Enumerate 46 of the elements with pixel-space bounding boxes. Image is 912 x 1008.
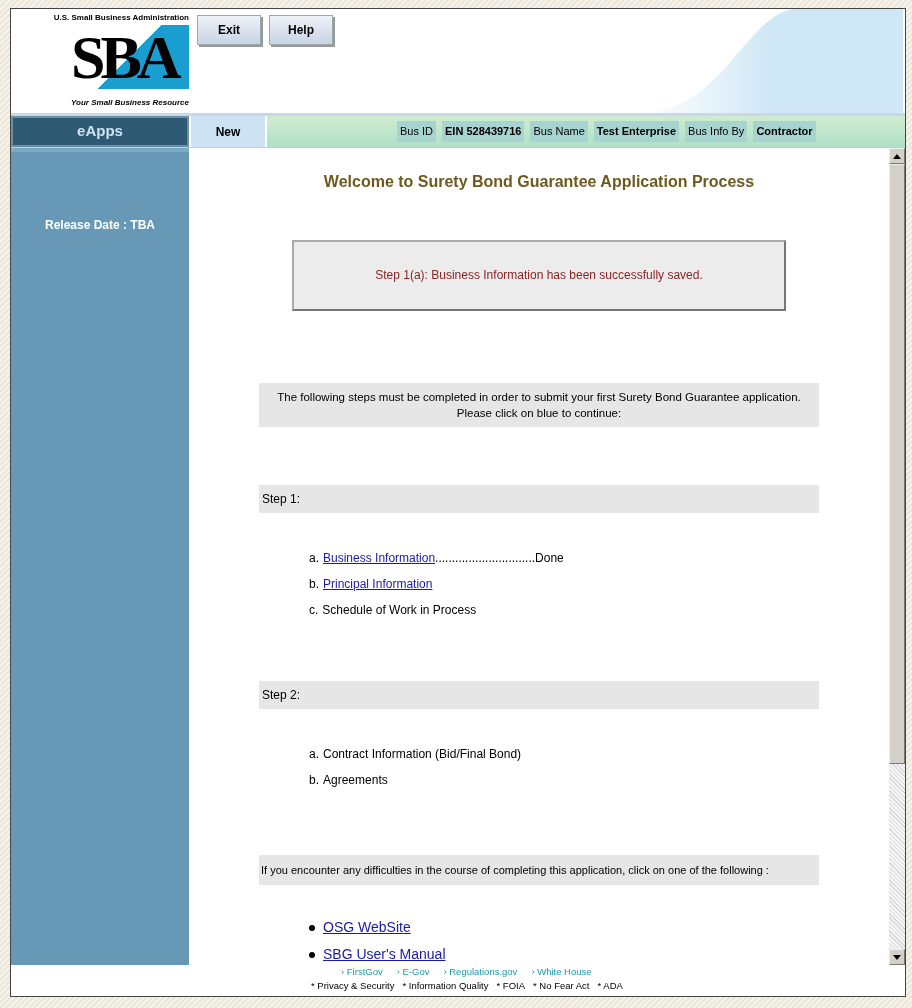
scroll-thumb[interactable]: [889, 164, 905, 764]
instruction-line: Please click on blue to continue:: [456, 405, 622, 421]
field-value: Contractor: [753, 121, 816, 142]
help-link[interactable]: OSG WebSite: [323, 917, 411, 938]
help-link[interactable]: SBG User's Manual: [323, 944, 446, 965]
scroll-down-icon[interactable]: [889, 949, 905, 965]
policy-link[interactable]: * Information Quality: [402, 979, 489, 993]
scrollbar[interactable]: [889, 148, 905, 965]
tagline: Your Small Business Resource: [71, 97, 189, 109]
footer-link[interactable]: › White House: [531, 965, 592, 979]
app-title: eApps: [11, 116, 189, 147]
field-label: Bus ID: [397, 121, 436, 142]
instruction-line: The following steps must be completed in order to submit your first Surety Bond Guarantee application.: [277, 389, 801, 405]
field-label: Bus Name: [530, 121, 588, 142]
step-item: Agreements: [323, 771, 388, 789]
agency-name: U.S. Small Business Administration: [53, 13, 189, 23]
footer-link[interactable]: › FirstGov: [341, 965, 383, 979]
item-marker: c.: [309, 601, 319, 619]
header-button[interactable]: Help: [269, 15, 333, 45]
footer-link[interactable]: › Regulations.gov: [443, 965, 518, 979]
field-value: EIN 528439716: [442, 121, 525, 142]
step-link[interactable]: Principal Information: [323, 574, 433, 593]
policy-link[interactable]: * Privacy & Security: [311, 979, 395, 993]
item-marker: a.: [309, 745, 319, 763]
item-marker: b.: [309, 575, 319, 593]
step-item: Contract Information (Bid/Final Bond): [323, 745, 522, 763]
step-heading: Step 2:: [259, 680, 819, 709]
bullet-icon: [309, 951, 315, 958]
item-marker: b.: [309, 771, 319, 789]
header-button[interactable]: Exit: [197, 15, 261, 45]
release-date: Release Date : TBA: [44, 217, 155, 234]
item-marker: a.: [309, 549, 319, 567]
bullet-icon: [309, 924, 315, 931]
step-item: Schedule of Work in Process: [322, 601, 477, 619]
field-label: Bus Info By: [685, 121, 748, 142]
scroll-up-icon[interactable]: [889, 148, 905, 164]
page-title: Welcome to Surety Bond Guarantee Application Process: [323, 172, 755, 192]
step-status: ..............................Done: [435, 549, 564, 567]
footer-link[interactable]: › E-Gov: [396, 965, 430, 979]
policy-link[interactable]: * ADA: [597, 979, 623, 993]
success-message: Step 1(a): Business Information has been successfully saved.: [292, 240, 786, 311]
policy-link[interactable]: * No Fear Act: [533, 979, 590, 993]
step-heading: Step 1:: [259, 484, 819, 513]
field-value: Test Enterprise: [593, 121, 680, 142]
policy-link[interactable]: * FOIA: [496, 979, 525, 993]
help-text: If you encounter any difficulties in the course of completing this application, click on one of the following :: [259, 854, 819, 885]
